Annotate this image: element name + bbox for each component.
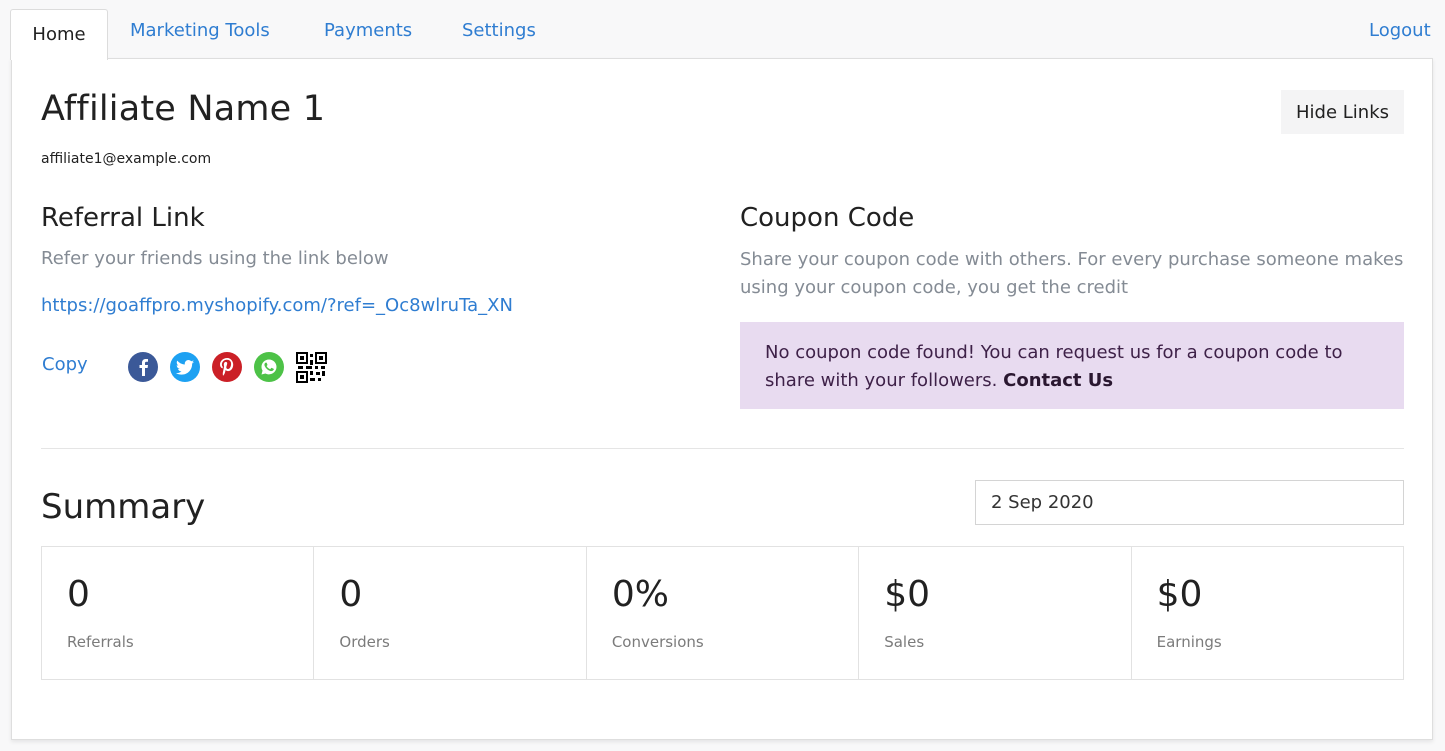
stat-value: 0 [339,574,363,615]
coupon-description: Share your coupon code with others. For … [740,249,1404,298]
no-coupon-alert: No coupon code found! You can request us… [740,322,1404,409]
logout-link[interactable]: Logout [1369,20,1431,48]
stat-label: Conversions [611,633,704,651]
stat-label: Sales [884,633,925,651]
summary-title: Summary [41,487,206,527]
top-navigation: Home Marketing Tools Payments Settings L… [0,0,1445,60]
stat-label: Referrals [67,633,134,651]
stat-value: 0 [67,574,90,615]
date-range-input[interactable] [975,480,1404,525]
affiliate-name: Affiliate Name 1 [41,89,326,129]
facebook-icon[interactable] [128,352,158,382]
whatsapp-icon[interactable] [254,352,284,382]
stat-value: $0 [884,574,931,615]
qr-code-icon[interactable] [296,352,327,383]
stat-label: Orders [339,633,390,651]
stat-conversions: 0% Conversions [587,547,860,679]
contact-us-link[interactable]: Contact Us [1003,370,1113,391]
referral-subtitle: Refer your friends using the link below [41,248,389,269]
tab-settings[interactable]: Settings [462,20,536,48]
affiliate-email: affiliate1@example.com [41,151,212,167]
stat-value: 0% [611,574,669,615]
tab-payments[interactable]: Payments [324,20,412,48]
tab-marketing-tools[interactable]: Marketing Tools [130,20,270,48]
copy-link-button[interactable]: Copy [42,354,88,375]
tab-home[interactable]: Home [10,9,108,60]
stat-value: $0 [1156,574,1203,615]
summary-stats: 0 Referrals 0 Orders 0% Conversions $0 S… [41,546,1404,680]
referral-link-title: Referral Link [41,203,205,233]
stat-earnings: $0 Earnings [1132,547,1403,679]
pinterest-icon[interactable] [212,352,242,382]
stat-orders: 0 Orders [314,547,587,679]
stat-sales: $0 Sales [859,547,1132,679]
stat-label: Earnings [1156,633,1222,651]
twitter-icon[interactable] [170,352,200,382]
coupon-code-title: Coupon Code [740,203,915,233]
section-divider [41,448,1404,449]
main-card: Affiliate Name 1 affiliate1@example.com … [11,58,1433,740]
stat-referrals: 0 Referrals [42,547,315,679]
hide-links-button[interactable]: Hide Links [1281,90,1404,134]
referral-url-link[interactable]: https://goaffpro.myshopify.com/?ref=_Oc8… [41,295,513,316]
